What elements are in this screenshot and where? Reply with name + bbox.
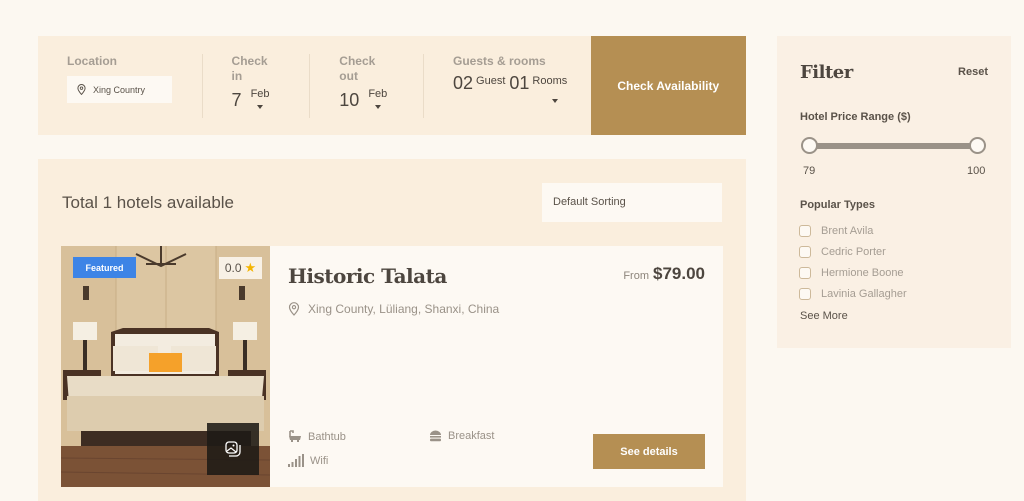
amenity-label: Breakfast <box>448 430 495 442</box>
guests-unit: Guest <box>476 75 506 87</box>
checkbox[interactable] <box>799 246 811 258</box>
filter-title: Filter <box>800 62 853 83</box>
address-text: Xing County, Lüliang, Shanxi, China <box>308 302 500 316</box>
rating-badge: 0.0 ★ <box>219 257 262 279</box>
image-gallery-icon <box>225 441 241 457</box>
hotel-address: Xing County, Lüliang, Shanxi, China <box>288 302 499 316</box>
checkbox[interactable] <box>799 288 811 300</box>
checkbox[interactable] <box>799 225 811 237</box>
guests-label: Guests & rooms <box>453 54 546 68</box>
results-count: Total 1 hotels available <box>62 193 235 212</box>
checkout-field[interactable]: Check out 10 Feb <box>310 36 423 135</box>
sort-select[interactable]: Default Sorting <box>542 183 722 222</box>
amenity-bathtub: Bathtub <box>288 430 346 443</box>
type-label: Cedric Porter <box>821 246 886 258</box>
map-pin-icon <box>288 302 300 316</box>
hotel-card: Historic Talata From $79.00 Xing County,… <box>270 246 723 487</box>
filter-panel: Filter Reset Hotel Price Range ($) 79 10… <box>777 36 1011 348</box>
caret-down-icon[interactable] <box>257 105 264 109</box>
check-availability-button[interactable]: Check Availability <box>590 36 746 135</box>
rooms-count: 01 <box>509 73 530 93</box>
guests-count: 02 <box>453 73 474 93</box>
price-max-value: 100 <box>967 165 986 177</box>
location-value: Xing Country <box>93 84 146 95</box>
location-field: Location Xing Country <box>38 36 202 135</box>
popular-types-label: Popular Types <box>800 199 875 211</box>
price-slider-track[interactable] <box>809 143 978 149</box>
checkout-day: 10 <box>339 90 360 110</box>
hotel-price: From $79.00 <box>623 264 705 284</box>
checkout-month: Feb <box>368 88 388 100</box>
hotel-image[interactable]: Featured 0.0 ★ <box>61 246 270 487</box>
price-slider-max-handle[interactable] <box>969 137 986 154</box>
price-value: $79.00 <box>653 264 705 283</box>
featured-badge: Featured <box>73 257 136 278</box>
type-checkbox-item[interactable]: Lavinia Gallagher <box>799 288 907 300</box>
rooms-unit: Rooms <box>532 75 568 87</box>
hotel-name[interactable]: Historic Talata <box>288 264 447 288</box>
wifi-signal-icon <box>288 454 304 467</box>
amenity-breakfast: Breakfast <box>429 430 494 442</box>
guests-field[interactable]: Guests & rooms 02 Guest 01 Rooms <box>424 36 591 135</box>
rating-value: 0.0 <box>224 261 242 275</box>
type-label: Hermione Boone <box>821 267 904 279</box>
amenity-label: Wifi <box>310 454 329 467</box>
amenity-wifi: Wifi <box>288 454 328 467</box>
star-icon: ★ <box>244 260 257 275</box>
caret-down-icon[interactable] <box>374 105 381 109</box>
checkin-field[interactable]: Check in 7 Feb <box>203 36 310 135</box>
price-min-value: 79 <box>803 165 816 177</box>
burger-icon <box>430 430 441 442</box>
search-bar: Location Xing Country Check in 7 Feb Che… <box>38 36 746 135</box>
type-checkbox-item[interactable]: Cedric Porter <box>799 246 886 258</box>
results-panel: Total 1 hotels available Default Sorting <box>38 159 746 501</box>
checkin-month: Feb <box>250 88 270 100</box>
reset-button[interactable]: Reset <box>958 66 988 78</box>
price-slider-min-handle[interactable] <box>801 137 818 154</box>
bathtub-icon <box>289 430 301 442</box>
amenity-label: Bathtub <box>308 430 346 443</box>
map-pin-icon <box>77 84 86 95</box>
price-prefix: From <box>623 270 649 282</box>
location-input[interactable]: Xing Country <box>67 76 172 103</box>
gallery-button[interactable] <box>207 423 259 475</box>
type-label: Brent Avila <box>821 225 874 237</box>
see-details-button[interactable]: See details <box>593 434 705 469</box>
price-range-label: Hotel Price Range ($) <box>800 111 911 123</box>
type-label: Lavinia Gallagher <box>821 288 907 300</box>
see-more-link[interactable]: See More <box>800 310 848 322</box>
caret-down-icon[interactable] <box>552 99 558 103</box>
checkin-day: 7 <box>231 90 242 110</box>
type-checkbox-item[interactable]: Hermione Boone <box>799 267 904 279</box>
checkbox[interactable] <box>799 267 811 279</box>
location-label: Location <box>67 54 117 68</box>
checkout-label: Check out <box>339 54 376 83</box>
checkin-label: Check in <box>231 54 268 83</box>
type-checkbox-item[interactable]: Brent Avila <box>799 225 873 237</box>
